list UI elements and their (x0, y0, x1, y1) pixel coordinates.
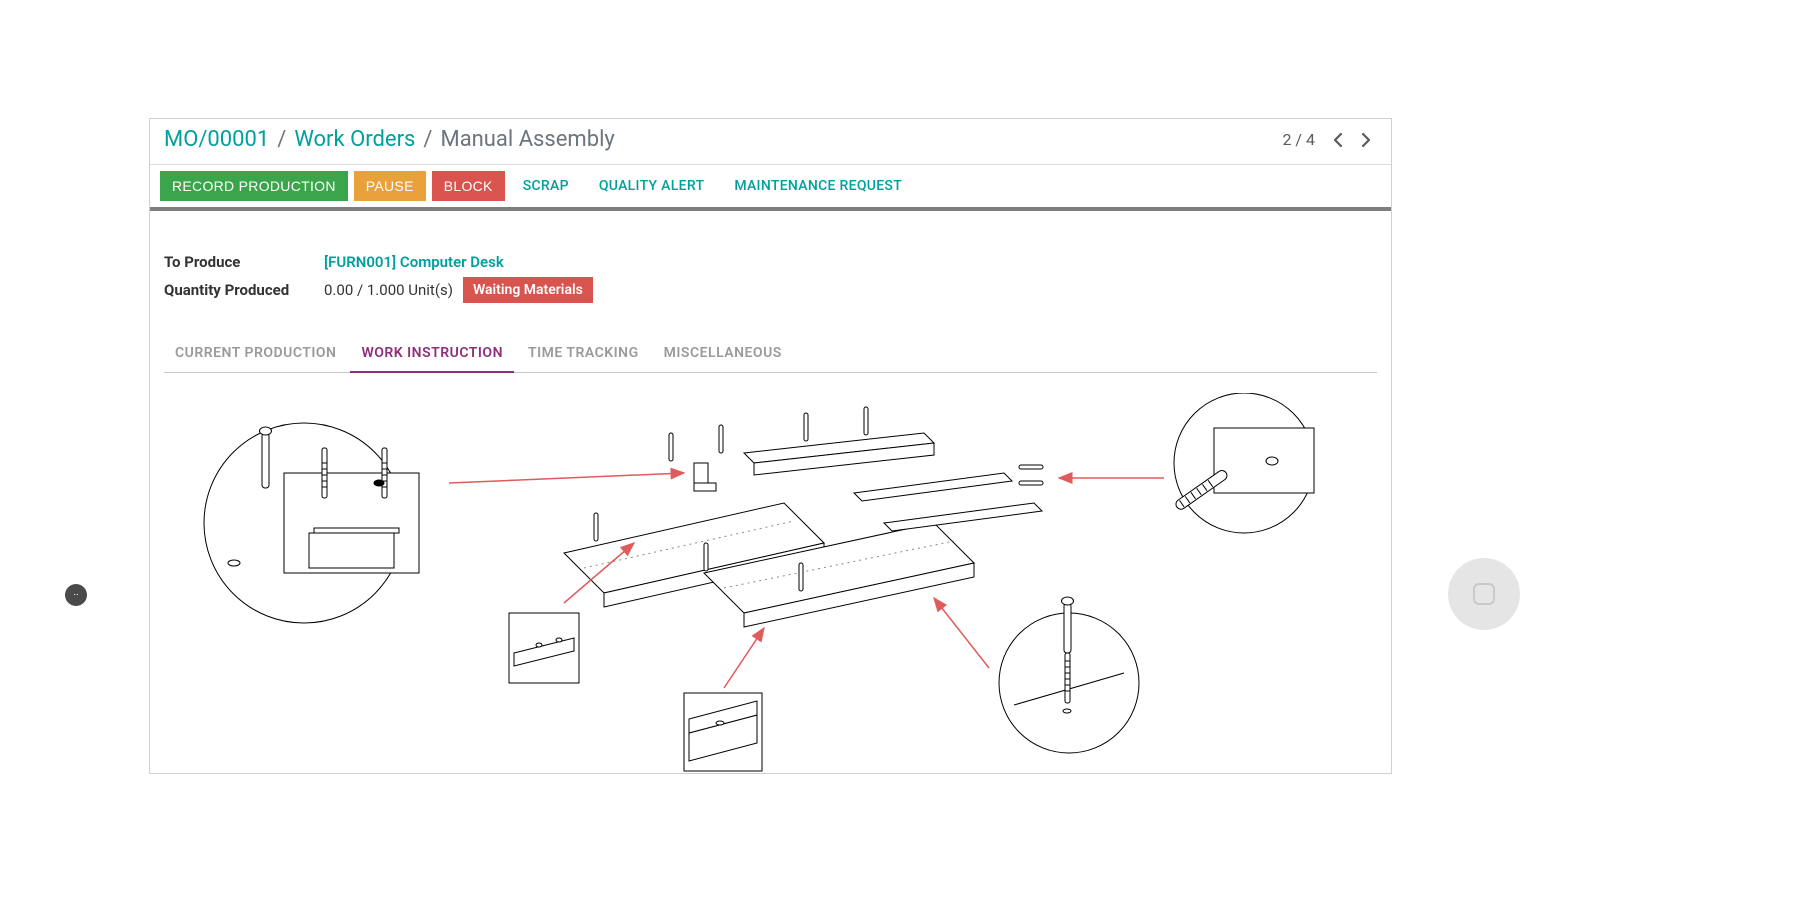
block-button[interactable]: BLOCK (432, 171, 505, 201)
quantity-produced-value: 0.00 / 1.000 Unit(s) (324, 281, 453, 299)
assembly-diagram-icon (164, 393, 1379, 773)
device-camera-dot: ·· (65, 584, 87, 606)
tabs: CURRENT PRODUCTION WORK INSTRUCTION TIME… (164, 335, 1377, 373)
scrap-button[interactable]: SCRAP (511, 171, 581, 201)
pager: 2 / 4 (1282, 129, 1377, 151)
record-production-button[interactable]: RECORD PRODUCTION (160, 171, 348, 201)
breadcrumb-workorders-link[interactable]: Work Orders (294, 127, 415, 152)
maintenance-request-button[interactable]: MAINTENANCE REQUEST (722, 171, 914, 201)
breadcrumb-current: Manual Assembly (440, 127, 614, 152)
pager-position: 2 / 4 (1282, 130, 1315, 149)
quantity-produced-row: Quantity Produced 0.00 / 1.000 Unit(s) W… (164, 277, 1377, 303)
pause-button[interactable]: PAUSE (354, 171, 426, 201)
pager-prev-button[interactable] (1327, 129, 1349, 151)
action-bar: RECORD PRODUCTION PAUSE BLOCK SCRAP QUAL… (150, 165, 1391, 211)
tab-work-instruction[interactable]: WORK INSTRUCTION (350, 335, 514, 373)
tab-current-production[interactable]: CURRENT PRODUCTION (164, 335, 347, 373)
to-produce-row: To Produce [FURN001] Computer Desk (164, 253, 1377, 271)
status-badge: Waiting Materials (463, 277, 593, 303)
to-produce-label: To Produce (164, 253, 324, 271)
quality-alert-button[interactable]: QUALITY ALERT (587, 171, 716, 201)
tab-miscellaneous[interactable]: MISCELLANEOUS (653, 335, 793, 373)
content-area: To Produce [FURN001] Computer Desk Quant… (150, 211, 1391, 773)
tab-time-tracking[interactable]: TIME TRACKING (517, 335, 650, 373)
work-order-panel: MO/00001 / Work Orders / Manual Assembly… (149, 118, 1392, 774)
header-row: MO/00001 / Work Orders / Manual Assembly… (150, 119, 1391, 165)
chevron-left-icon (1333, 133, 1343, 147)
breadcrumb-separator: / (423, 127, 432, 152)
home-icon (1473, 583, 1495, 605)
work-instruction-diagram (164, 393, 1377, 773)
breadcrumb-mo-link[interactable]: MO/00001 (164, 127, 269, 152)
quantity-produced-label: Quantity Produced (164, 281, 324, 299)
breadcrumb-separator: / (277, 127, 286, 152)
device-home-button[interactable] (1448, 558, 1520, 630)
breadcrumb: MO/00001 / Work Orders / Manual Assembly (164, 127, 615, 152)
pager-next-button[interactable] (1355, 129, 1377, 151)
to-produce-value-link[interactable]: [FURN001] Computer Desk (324, 253, 504, 271)
chevron-right-icon (1361, 133, 1371, 147)
